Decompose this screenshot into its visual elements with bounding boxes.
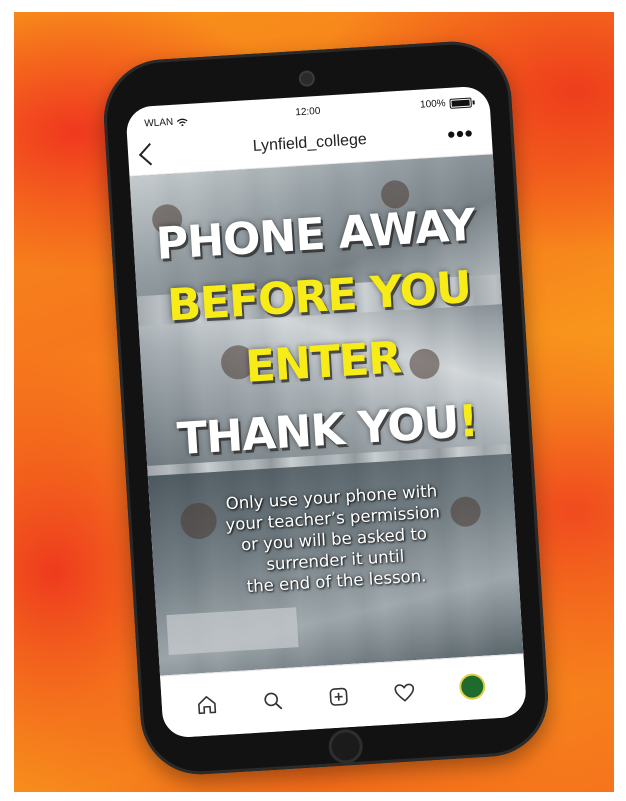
home-icon[interactable] bbox=[195, 693, 218, 716]
more-options-icon[interactable]: ••• bbox=[447, 121, 475, 149]
profile-avatar[interactable] bbox=[458, 672, 487, 701]
poster-background: WLAN 12:00 100% Lynfield_college ••• PHO… bbox=[14, 12, 614, 792]
battery-status: 100% bbox=[420, 97, 472, 111]
battery-label: 100% bbox=[419, 98, 446, 111]
search-icon[interactable] bbox=[261, 689, 284, 712]
desk-shape bbox=[166, 607, 299, 656]
phone-mockup: WLAN 12:00 100% Lynfield_college ••• PHO… bbox=[100, 38, 552, 778]
post-image: PHONE AWAY BEFORE YOU ENTER THANK YOU! O… bbox=[129, 154, 524, 676]
battery-icon bbox=[449, 97, 472, 109]
post-message: Only use your phone with your teacher’s … bbox=[189, 478, 479, 600]
exclamation-mark: ! bbox=[456, 395, 479, 448]
heart-icon[interactable] bbox=[393, 681, 416, 704]
add-icon[interactable] bbox=[327, 685, 350, 708]
phone-screen: WLAN 12:00 100% Lynfield_college ••• PHO… bbox=[125, 85, 528, 739]
